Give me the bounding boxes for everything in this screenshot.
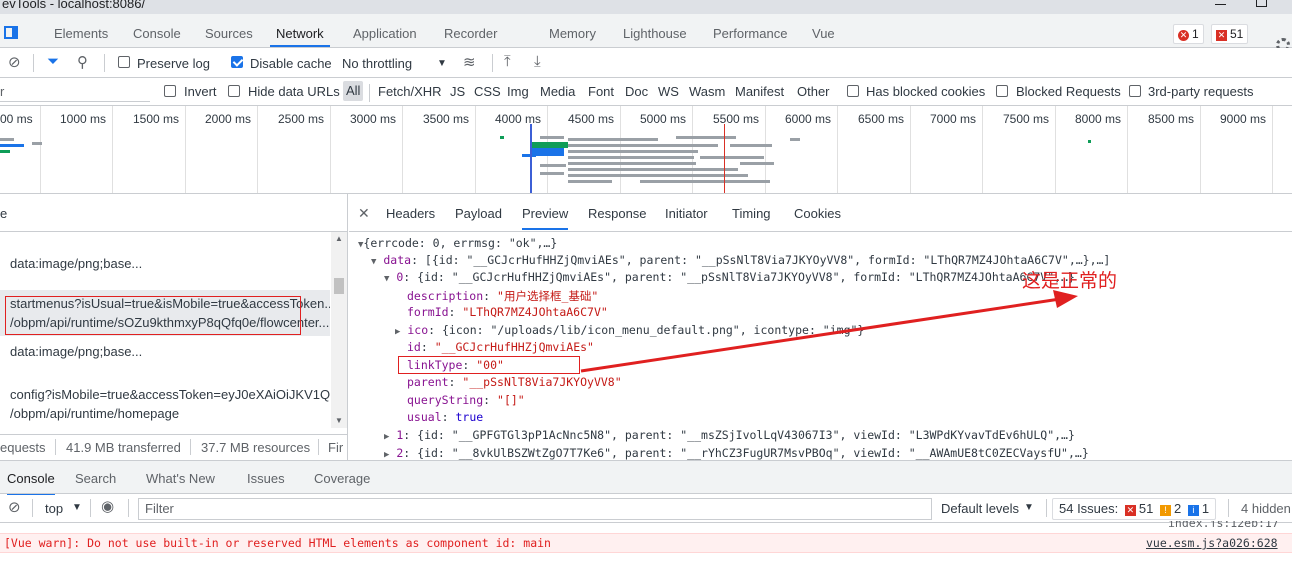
annotation-text: 这是正常的 [1022, 270, 1118, 292]
annotation-arrow-line [580, 297, 1061, 373]
